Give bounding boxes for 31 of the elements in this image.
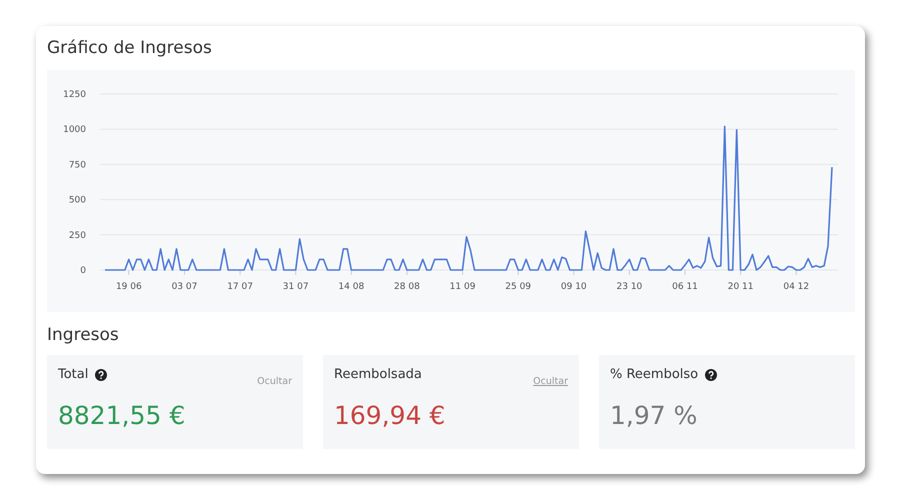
x-axis-label: 31 07 [282,282,309,292]
y-axis-label: 750 [68,160,86,170]
x-axis-label: 20 11 [728,282,754,292]
x-axis-label: 23 10 [616,282,642,292]
x-axis-label: 09 10 [560,282,587,292]
x-axis-label: 17 07 [227,282,253,292]
stat-value: 1,97 % [610,401,698,430]
x-axis-label: 04 12 [783,282,810,292]
x-axis-label: 11 09 [450,282,476,292]
hide-link[interactable]: Ocultar [533,376,568,387]
chart-title: Gráfico de Ingresos [47,38,212,58]
x-axis-label: 28 08 [394,282,420,292]
stat-value: 169,94 € [334,401,446,430]
x-axis-label: 25 09 [505,282,532,292]
stat-label: Total [58,367,88,382]
y-axis-label: 1250 [63,90,86,100]
help-icon[interactable] [95,368,108,380]
y-axis-label: 250 [68,230,86,241]
stat-label: Reembolsada [334,367,422,382]
x-axis-label: 06 11 [672,282,698,292]
stat-value: 8821,55 € [58,401,186,430]
x-axis-label: 19 06 [116,282,142,292]
help-icon[interactable] [705,368,718,380]
section-title: Ingresos [47,325,119,345]
x-axis-label: 03 07 [172,282,198,292]
x-axis-label: 14 08 [338,282,364,292]
y-axis-label: 500 [68,196,86,206]
stat-label: % Reembolso [610,367,698,382]
y-axis-label: 0 [80,266,86,276]
y-axis-label: 1000 [63,125,86,136]
hide-link[interactable]: Ocultar [257,376,292,387]
